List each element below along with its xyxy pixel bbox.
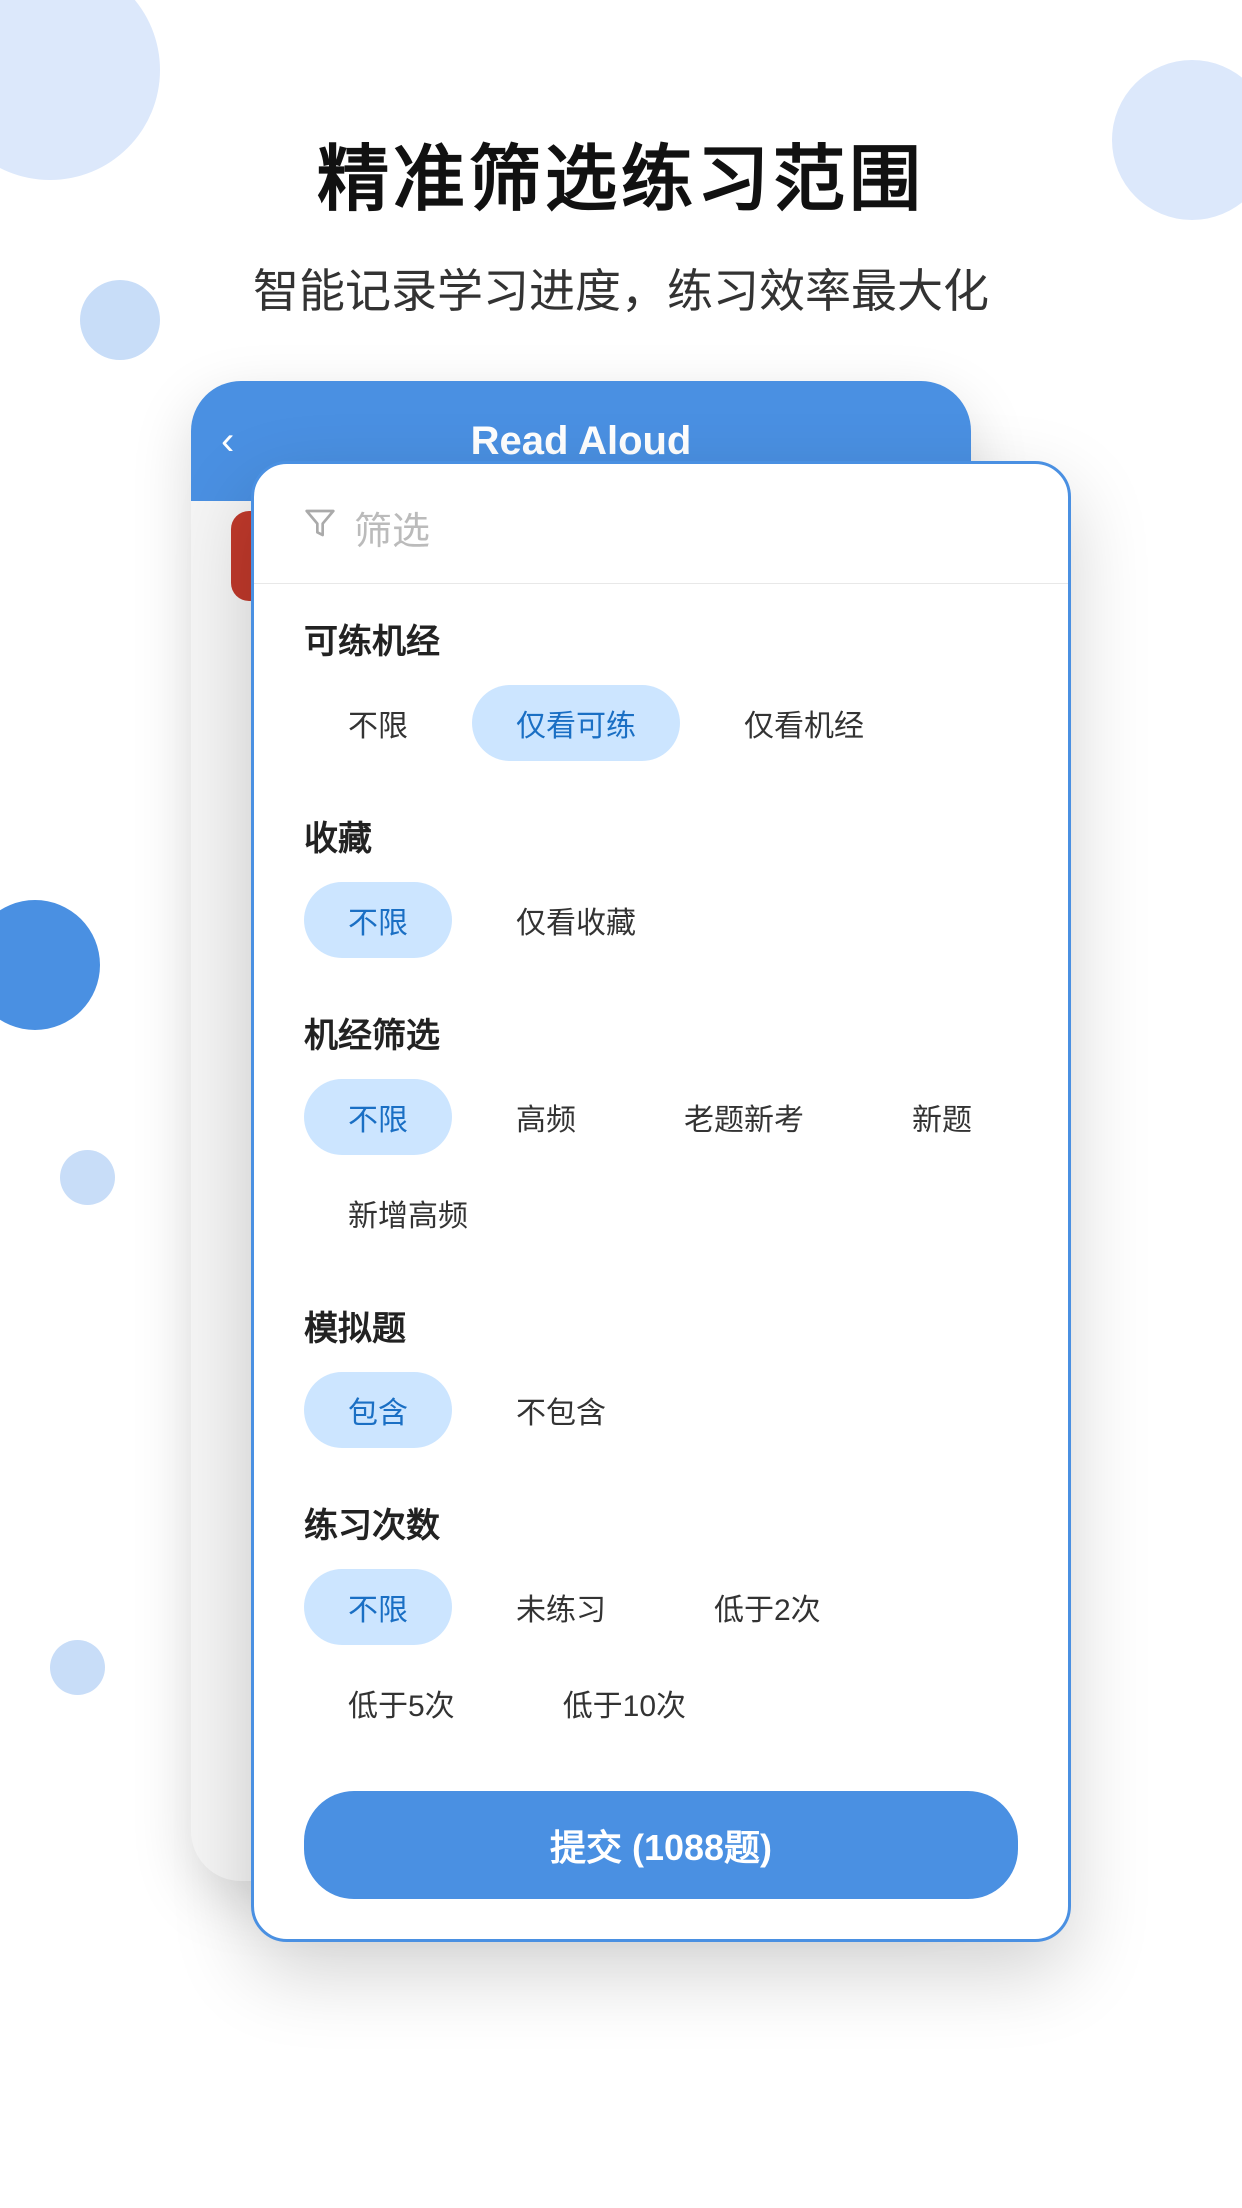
- section-ke-lian: 可练机经 不限 仅看可练 仅看机经: [254, 584, 1068, 781]
- back-icon[interactable]: ‹: [221, 419, 234, 464]
- filter-placeholder: 筛选: [354, 500, 430, 555]
- options-collect: 不限 仅看收藏: [304, 882, 1018, 958]
- section-practice-count: 练习次数 不限 未练习 低于2次 低于5次 低于10次: [254, 1468, 1068, 1761]
- submit-button[interactable]: 提交 (1088题): [304, 1791, 1018, 1899]
- options-practice-count: 不限 未练习 低于2次 低于5次 低于10次: [304, 1569, 1018, 1741]
- section-title-mock: 模拟题: [304, 1301, 1018, 1350]
- section-mock: 模拟题 包含 不包含: [254, 1271, 1068, 1468]
- option-less10[interactable]: 低于10次: [519, 1665, 730, 1741]
- options-jijing: 不限 高频 老题新考 新题 新增高频: [304, 1079, 1018, 1251]
- option-xinti[interactable]: 新题: [868, 1079, 1016, 1155]
- page-title: 精准筛选练习范围: [317, 120, 925, 225]
- app-header-title: Read Aloud: [471, 419, 692, 464]
- options-ke-lian: 不限 仅看可练 仅看机经: [304, 685, 1018, 761]
- option-bubaohn[interactable]: 不包含: [472, 1372, 650, 1448]
- section-title-collect: 收藏: [304, 811, 1018, 860]
- option-jinkeshoucan[interactable]: 仅看收藏: [472, 882, 680, 958]
- option-jinkejing[interactable]: 仅看机经: [700, 685, 908, 761]
- option-buxian-1[interactable]: 不限: [304, 685, 452, 761]
- option-jinkepian[interactable]: 仅看可练: [472, 685, 680, 761]
- option-buxian-2[interactable]: 不限: [304, 882, 452, 958]
- option-buxian-4[interactable]: 不限: [304, 1569, 452, 1645]
- filter-header: 筛选: [254, 464, 1068, 584]
- filter-icon: [304, 507, 336, 548]
- option-baohn[interactable]: 包含: [304, 1372, 452, 1448]
- filter-modal: 筛选 可练机经 不限 仅看可练 仅看机经 收藏 不限 仅看收藏: [251, 461, 1071, 1942]
- page-subtitle: 智能记录学习进度，练习效率最大化: [253, 255, 989, 321]
- bg-circle-blue: [0, 900, 100, 1030]
- option-weilixi[interactable]: 未练习: [472, 1569, 650, 1645]
- bg-circle-gray-2: [50, 1640, 105, 1695]
- option-laotixinkao[interactable]: 老题新考: [640, 1079, 848, 1155]
- submit-container: 提交 (1088题): [254, 1761, 1068, 1899]
- options-mock: 包含 不包含: [304, 1372, 1018, 1448]
- option-less5[interactable]: 低于5次: [304, 1665, 499, 1741]
- option-less2[interactable]: 低于2次: [670, 1569, 865, 1645]
- option-gaopin[interactable]: 高频: [472, 1079, 620, 1155]
- section-collect: 收藏 不限 仅看收藏: [254, 781, 1068, 978]
- option-xinzenggaopin[interactable]: 新增高频: [304, 1175, 512, 1251]
- section-jijing: 机经筛选 不限 高频 老题新考 新题 新增高频: [254, 978, 1068, 1271]
- bg-circle-gray-1: [60, 1150, 115, 1205]
- section-title-practice-count: 练习次数: [304, 1498, 1018, 1547]
- section-title-jijing: 机经筛选: [304, 1008, 1018, 1057]
- option-buxian-3[interactable]: 不限: [304, 1079, 452, 1155]
- section-title-ke-lian: 可练机经: [304, 614, 1018, 663]
